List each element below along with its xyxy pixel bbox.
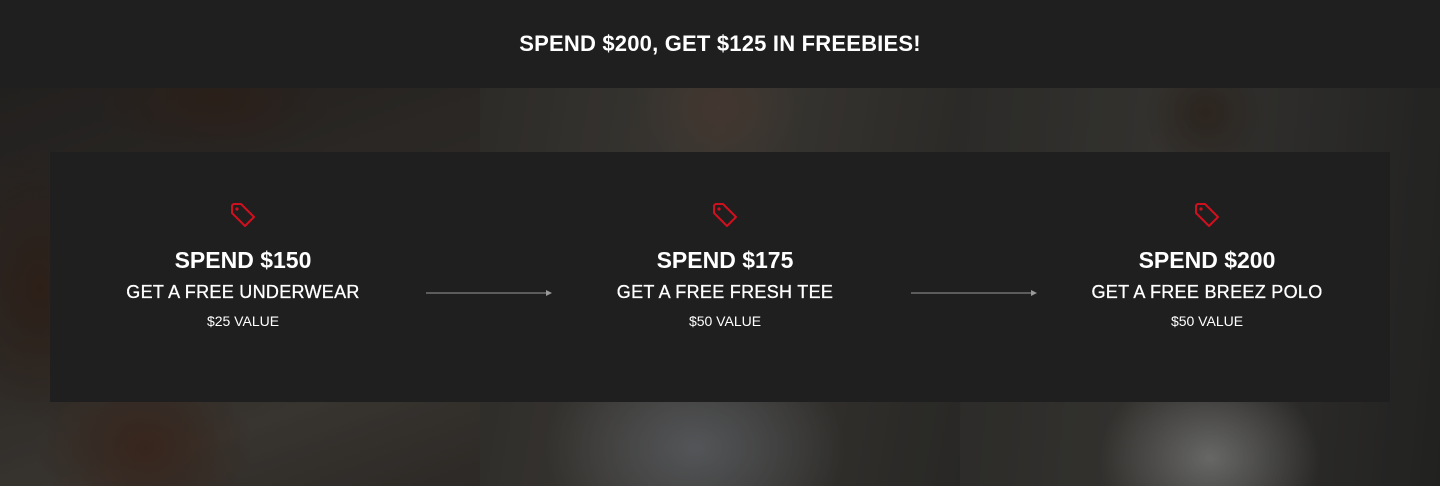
tag-icon [231, 203, 255, 227]
tier-175: SPEND $175 GET A FREE FRESH TEE $50 VALU… [560, 200, 890, 330]
tier-200: SPEND $200 GET A FREE BREEZ POLO $50 VAL… [1042, 200, 1372, 330]
tag-icon [1195, 203, 1219, 227]
tag-icon [713, 203, 737, 227]
tier-150: SPEND $150 GET A FREE UNDERWEAR $25 VALU… [78, 200, 408, 330]
arrow-right-icon [426, 290, 552, 296]
tier-value: $50 VALUE [1170, 313, 1244, 329]
promo-banner: SPEND $200, GET $125 IN FREEBIES! [0, 0, 1440, 88]
tier-reward: GET A FREE UNDERWEAR [126, 282, 360, 302]
tier-reward: GET A FREE FRESH TEE [616, 282, 834, 302]
tier-value: $50 VALUE [688, 313, 762, 329]
offer-tiers-panel: SPEND $150 GET A FREE UNDERWEAR $25 VALU… [50, 152, 1390, 402]
arrow-right-icon [911, 290, 1037, 296]
tier-spend-amount: SPEND $150 [174, 247, 312, 273]
tier-spend-amount: SPEND $175 [656, 247, 794, 273]
tier-reward: GET A FREE BREEZ POLO [1091, 282, 1323, 302]
tier-value: $25 VALUE [206, 313, 280, 329]
tier-spend-amount: SPEND $200 [1138, 247, 1276, 273]
banner-title: SPEND $200, GET $125 IN FREEBIES! [519, 31, 921, 56]
